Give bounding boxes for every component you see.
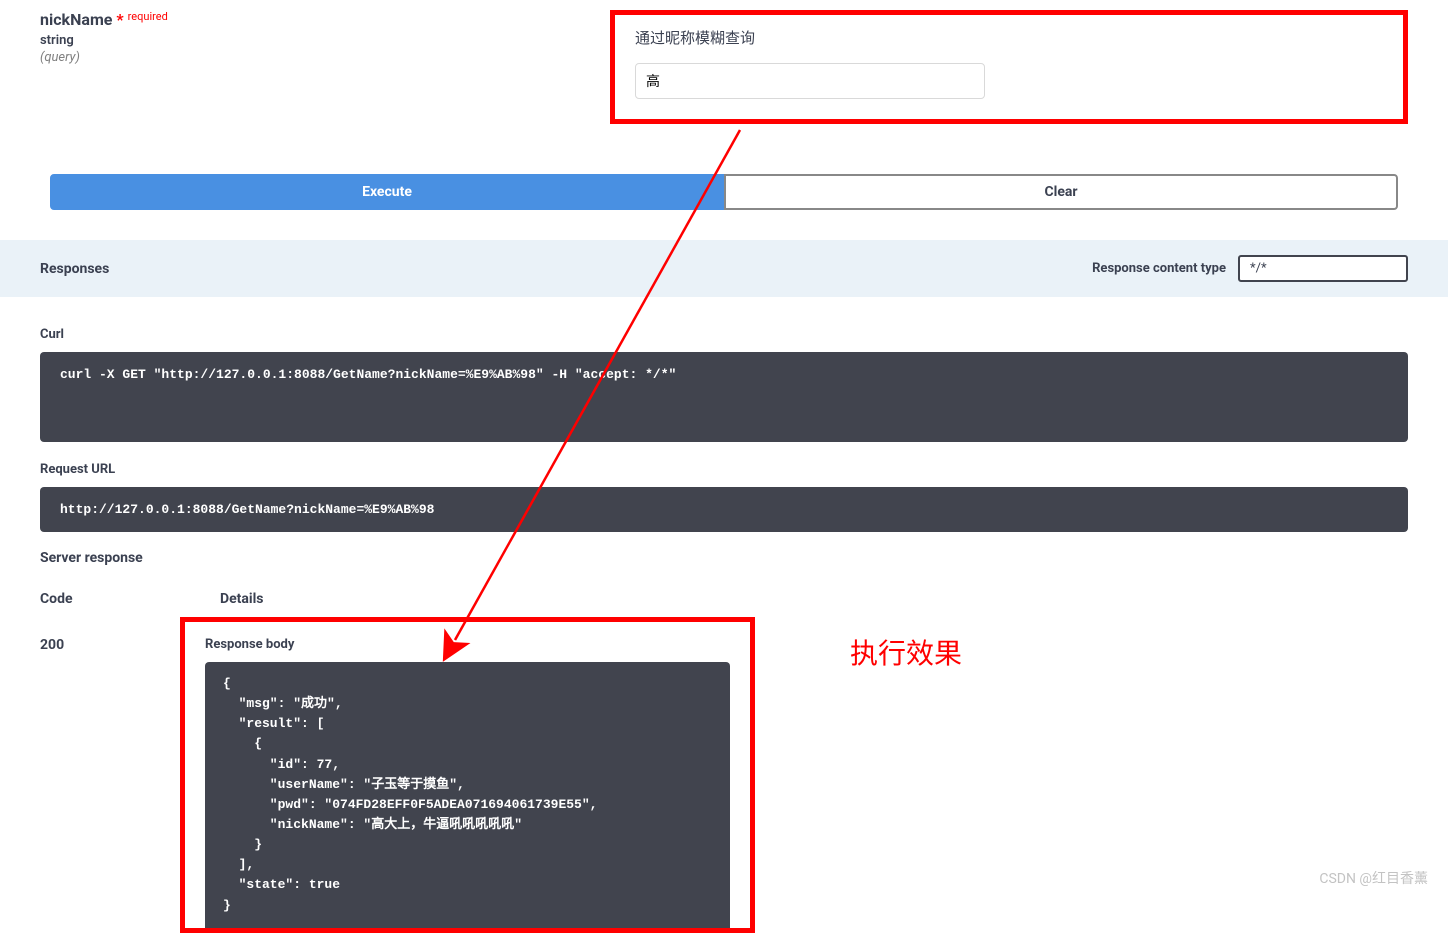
content-type-select[interactable]: */* [1238,255,1408,282]
execute-button[interactable]: Execute [50,174,724,210]
clear-button[interactable]: Clear [724,174,1398,210]
content-type-label: Response content type [1092,261,1226,276]
param-type: string [40,33,590,48]
param-description: 通过昵称模糊查询 [635,27,1383,48]
required-label: required [128,10,168,23]
response-body-block: { "msg": "成功", "result": [ { "id": 77, "… [205,662,730,928]
param-in: (query) [40,50,590,65]
request-url-label: Request URL [40,462,1408,477]
nickname-input[interactable] [635,63,985,99]
response-body-label: Response body [205,637,730,652]
server-response-label: Server response [40,550,1408,566]
request-url-block: http://127.0.0.1:8088/GetName?nickName=%… [40,487,1408,532]
code-header: Code [40,591,220,607]
curl-label: Curl [40,327,1408,342]
annotation-text: 执行效果 [850,632,962,672]
details-header: Details [220,591,1408,607]
required-star: * [116,10,123,29]
param-input-highlight-box: 通过昵称模糊查询 [610,10,1408,124]
param-name: nickName * required [40,10,590,29]
curl-block: curl -X GET "http://127.0.0.1:8088/GetNa… [40,352,1408,442]
watermark: CSDN @红目香薰 [1319,868,1428,888]
response-body-highlight-box: Response body { "msg": "成功", "result": [… [180,617,755,933]
responses-title: Responses [40,261,109,277]
